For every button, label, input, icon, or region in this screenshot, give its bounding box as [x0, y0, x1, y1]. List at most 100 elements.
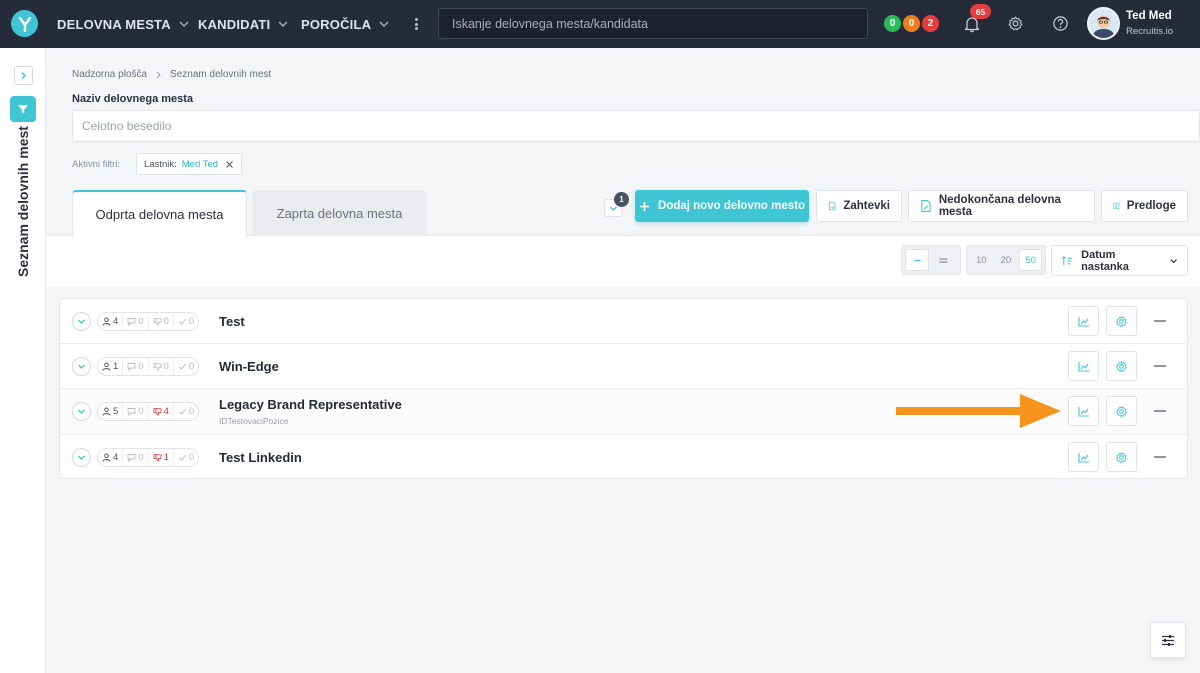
tab-open-jobs[interactable]: Odprta delovna mesta [72, 190, 247, 237]
job-name-filter-label: Naziv delovnega mesta [72, 93, 194, 105]
accepted-counter[interactable]: 0 [174, 403, 198, 420]
counter-value: 0 [163, 361, 169, 372]
page-size-option[interactable]: 20 [995, 249, 1018, 271]
view-density-toggle [901, 245, 961, 275]
app-logo[interactable] [11, 10, 38, 37]
close-icon[interactable] [225, 160, 234, 169]
comments-counter[interactable]: 0 [123, 403, 149, 420]
row-more-button[interactable] [1154, 410, 1166, 412]
sort-label: Datum nastanka [1081, 248, 1129, 273]
candidates-counter[interactable]: 4 [98, 449, 124, 466]
row-expand-button[interactable] [72, 448, 91, 467]
user-avatar[interactable] [1087, 7, 1120, 40]
equals-icon [939, 257, 947, 263]
help-icon[interactable] [1052, 15, 1069, 32]
status-dot-green[interactable]: 0 [882, 13, 903, 34]
candidates-counter[interactable]: 5 [98, 403, 124, 420]
more-menu-icon[interactable] [411, 16, 421, 32]
filter-chip-key: Lastnik: [144, 158, 177, 170]
unfinished-jobs-button[interactable]: Nedokončana delovna mesta [908, 190, 1095, 222]
nav-delovna-mesta[interactable]: DELOVNA MESTA [57, 0, 190, 48]
rejected-counter[interactable]: 0 [149, 313, 174, 330]
page-size-option-selected[interactable]: 50 [1019, 249, 1042, 271]
comments-counter[interactable]: 0 [123, 358, 149, 375]
row-expand-button[interactable] [72, 357, 91, 376]
counter-value: 0 [138, 316, 144, 327]
chevron-down-icon [1170, 258, 1177, 263]
tab-closed-jobs[interactable]: Zaprta delovna mesta [253, 190, 426, 236]
job-title[interactable]: Legacy Brand Representative [219, 397, 402, 412]
candidates-counter[interactable]: 1 [98, 358, 124, 375]
rejected-counter[interactable]: 4 [149, 403, 174, 420]
accepted-counter[interactable]: 0 [174, 358, 198, 375]
status-dot-red[interactable]: 2 [920, 13, 941, 34]
page-size-selector: 10 20 50 [966, 245, 1046, 275]
expanded-view-option[interactable] [931, 249, 955, 271]
filter-chip-value: Med Ted [181, 158, 219, 170]
job-statistics-button[interactable] [1068, 442, 1099, 472]
templates-button[interactable]: Predloge [1101, 190, 1188, 222]
sort-icon [1061, 255, 1073, 265]
row-expand-button[interactable] [72, 312, 91, 331]
job-row[interactable]: 1 0 0 0 Win-Edge [60, 344, 1187, 389]
rejected-counter[interactable]: 1 [149, 449, 174, 466]
user-name[interactable]: Ted Med [1126, 10, 1172, 22]
gear-icon [1116, 315, 1127, 327]
job-row[interactable]: 4 0 1 0 Test Linkedin [60, 435, 1187, 478]
breadcrumb-item-dashboard[interactable]: Nadzorna plošča [72, 69, 147, 80]
check-icon [179, 454, 186, 461]
comments-counter[interactable]: 0 [123, 449, 149, 466]
check-icon [179, 318, 186, 325]
global-search-input[interactable] [438, 8, 868, 39]
display-settings-button[interactable] [1150, 622, 1186, 658]
job-settings-button[interactable] [1106, 396, 1137, 426]
count-badge-value: 1 [619, 195, 624, 204]
filter-button[interactable] [10, 96, 36, 122]
job-counters: 4 0 0 0 [97, 312, 200, 331]
fulltext-search-input[interactable] [72, 110, 1200, 142]
chevron-down-icon [78, 319, 85, 324]
nav-label: POROČILA [301, 16, 372, 32]
accepted-counter[interactable]: 0 [174, 449, 198, 466]
sidebar-expand-button[interactable] [14, 66, 33, 85]
status-dot-orange[interactable]: 0 [901, 13, 922, 34]
unfinished-jobs-label: Nedokončana delovna mesta [938, 194, 1061, 218]
row-more-button[interactable] [1154, 365, 1166, 367]
job-title[interactable]: Test [219, 314, 245, 329]
requests-label: Zahtevki [843, 200, 890, 212]
comment-icon [127, 318, 136, 326]
row-more-button[interactable] [1154, 320, 1166, 322]
comments-counter[interactable]: 0 [123, 313, 149, 330]
job-statistics-button[interactable] [1068, 306, 1099, 336]
requests-button[interactable]: Zahtevki [816, 190, 902, 222]
job-settings-button[interactable] [1106, 351, 1137, 381]
job-statistics-button[interactable] [1068, 396, 1099, 426]
chart-icon [1077, 316, 1089, 327]
document-edit-icon [921, 199, 931, 213]
job-settings-button[interactable] [1106, 306, 1137, 336]
rejected-counter[interactable]: 0 [149, 358, 174, 375]
annotation-arrow-icon [896, 394, 1061, 428]
add-job-button[interactable]: Dodaj novo delovno mesto [635, 190, 809, 222]
job-settings-button[interactable] [1106, 442, 1137, 472]
sort-dropdown[interactable]: Datum nastanka [1051, 245, 1188, 276]
main-content: Nadzorna plošča Seznam delovnih mest Naz… [46, 48, 1200, 673]
tab-label: Zaprta delovna mesta [276, 205, 403, 221]
job-row[interactable]: 4 0 0 0 Test [60, 299, 1187, 344]
person-icon [102, 362, 111, 371]
page-size-option[interactable]: 10 [970, 249, 993, 271]
candidates-counter[interactable]: 4 [98, 313, 124, 330]
job-title[interactable]: Win-Edge [219, 359, 279, 374]
job-counters: 1 0 0 0 [97, 357, 200, 376]
nav-kandidati[interactable]: KANDIDATI [198, 0, 289, 48]
row-more-button[interactable] [1154, 456, 1166, 458]
nav-porocila[interactable]: POROČILA [301, 0, 390, 48]
compact-view-option[interactable] [905, 249, 929, 271]
job-title[interactable]: Test Linkedin [219, 450, 302, 465]
accepted-counter[interactable]: 0 [174, 313, 198, 330]
job-statistics-button[interactable] [1068, 351, 1099, 381]
row-expand-button[interactable] [72, 402, 91, 421]
counter-value: 0 [163, 316, 169, 327]
settings-gear-icon[interactable] [1007, 15, 1024, 32]
gear-icon [1116, 405, 1127, 417]
